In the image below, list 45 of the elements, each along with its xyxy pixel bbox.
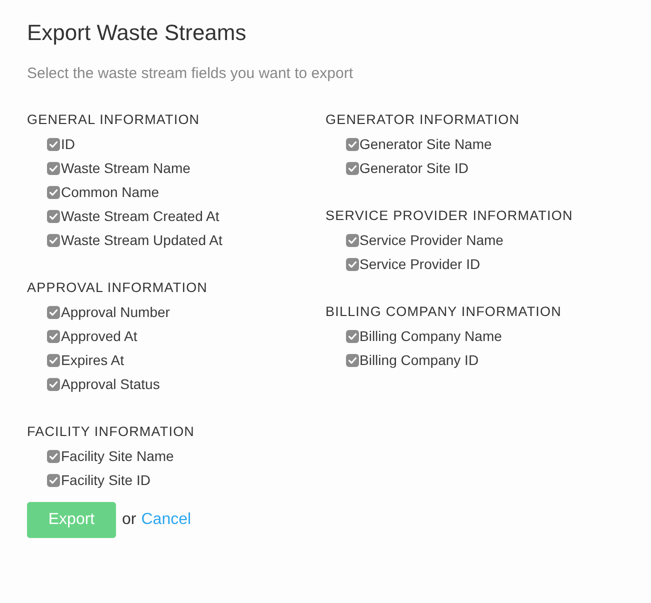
checkbox[interactable] [47, 234, 60, 246]
checkbox[interactable] [47, 138, 60, 150]
field-label: Generator Site Name [360, 135, 492, 153]
section-heading: SERVICE PROVIDER INFORMATION [326, 207, 574, 225]
checkbox[interactable] [47, 306, 60, 318]
checkbox[interactable] [346, 330, 358, 342]
field-label: Waste Stream Name [61, 159, 190, 177]
field-label: Service Provider ID [360, 255, 480, 273]
checkbox[interactable] [47, 378, 60, 390]
section-heading: APPROVAL INFORMATION [27, 279, 209, 297]
section-heading: GENERAL INFORMATION [27, 111, 201, 129]
checkbox[interactable] [346, 162, 358, 174]
checkbox[interactable] [47, 186, 60, 198]
checkbox[interactable] [346, 138, 358, 150]
checkbox[interactable] [47, 474, 60, 486]
field-label: ID [61, 135, 75, 153]
field-label: Approved At [61, 327, 138, 345]
cancel-link[interactable]: Cancel [141, 511, 192, 529]
checkbox[interactable] [47, 162, 60, 174]
section-heading: FACILITY INFORMATION [27, 423, 196, 441]
field-label: Approval Status [61, 375, 160, 393]
field-label: Common Name [61, 183, 160, 201]
dialog-title: Export Waste Streams [27, 19, 248, 47]
section-heading: BILLING COMPANY INFORMATION [326, 303, 562, 321]
field-label: Waste Stream Created At [61, 207, 220, 225]
checkbox[interactable] [346, 258, 358, 270]
checkbox[interactable] [346, 234, 358, 246]
field-label: Billing Company ID [360, 351, 479, 369]
or-text: or [122, 511, 136, 529]
section-heading: GENERATOR INFORMATION [326, 111, 521, 129]
field-label: Waste Stream Updated At [61, 231, 222, 249]
checkbox[interactable] [346, 354, 358, 366]
export-button[interactable]: Export [27, 502, 116, 538]
field-label: Billing Company Name [360, 327, 502, 345]
field-label: Facility Site Name [61, 447, 174, 465]
checkbox[interactable] [47, 450, 60, 462]
field-label: Facility Site ID [61, 471, 150, 489]
checkbox[interactable] [47, 210, 60, 222]
dialog-subtitle: Select the waste stream fields you want to export [27, 64, 354, 84]
checkbox[interactable] [47, 354, 60, 366]
field-label: Service Provider Name [360, 231, 504, 249]
field-label: Generator Site ID [360, 159, 468, 177]
checkbox[interactable] [47, 330, 60, 342]
field-label: Approval Number [61, 303, 170, 321]
field-label: Expires At [61, 351, 124, 369]
